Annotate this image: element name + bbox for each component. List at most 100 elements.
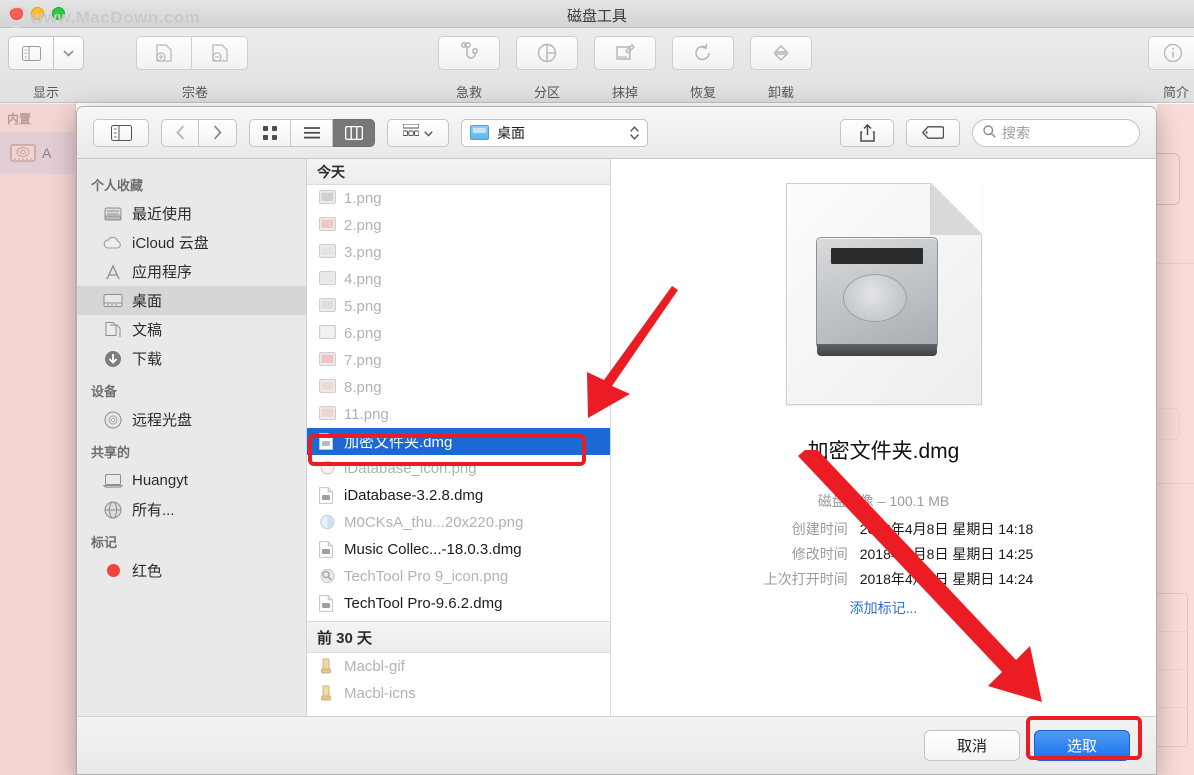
file-name: 5.png <box>344 298 382 315</box>
tag-icon[interactable] <box>906 118 960 147</box>
toolbar-label-volume: 宗卷 <box>181 85 208 100</box>
path-selector[interactable]: 桌面 <box>461 118 648 147</box>
sidebar-item-red-tag[interactable]: 红色 <box>77 556 306 585</box>
sidebar-item-downloads[interactable]: 下载 <box>77 344 306 373</box>
screen: www.MacDown.com 磁盘工具 显示 宗卷 急救 分区 抹掉 恢复 卸… <box>0 0 1194 775</box>
list-item-selected[interactable]: 加密文件夹.dmg <box>307 428 610 455</box>
sidebar-toggle-icon[interactable] <box>93 118 149 147</box>
volume-add-icon[interactable] <box>136 36 192 70</box>
image-file-icon <box>319 244 336 261</box>
dmg-file-icon <box>319 541 336 558</box>
sidebar-item-label: 远程光盘 <box>132 412 193 429</box>
dialog-footer: 取消 选取 <box>77 716 1156 774</box>
dmg-file-icon <box>319 487 336 504</box>
list-item[interactable]: 5.png <box>307 293 610 320</box>
list-item[interactable]: iDatabase_icon.png <box>307 455 610 482</box>
list-item[interactable]: iDatabase-3.2.8.dmg <box>307 482 610 509</box>
sidebar-section-shared: 共享的 <box>91 445 131 460</box>
list-item[interactable]: Macbl-gif <box>307 653 610 680</box>
cancel-button[interactable]: 取消 <box>924 730 1020 761</box>
file-name: iDatabase-3.2.8.dmg <box>344 487 484 504</box>
image-file-icon <box>319 460 336 477</box>
desktop-icon <box>103 291 123 311</box>
file-name: 1.png <box>344 190 382 207</box>
file-name: Music Collec...-18.0.3.dmg <box>344 541 522 558</box>
list-item[interactable]: 7.png <box>307 347 610 374</box>
disk-utility-sidebar-header: 内置 <box>7 112 32 126</box>
image-file-icon <box>319 271 336 288</box>
share-icon[interactable] <box>840 118 894 147</box>
add-tags-link[interactable]: 添加标记... <box>850 598 918 618</box>
sidebar-section-devices: 设备 <box>91 384 118 399</box>
network-globe-icon <box>103 500 123 520</box>
list-item[interactable]: 3.png <box>307 239 610 266</box>
erase-icon[interactable] <box>594 36 656 70</box>
metadata-value: 2018年4月8日 星期日 14:18 <box>859 521 1034 537</box>
list-item[interactable]: 11.png <box>307 401 610 428</box>
list-item[interactable]: M0CKsA_thu...20x220.png <box>307 509 610 536</box>
metadata-key: 上次打开时间 <box>763 571 848 587</box>
finder-sidebar: 个人收藏 最近使用 iCloud 云盘 应用程序 桌面 文稿 下载 设备 远程光… <box>77 159 307 716</box>
folder-small-icon <box>319 658 336 675</box>
red-tag-icon <box>103 561 123 581</box>
list-item[interactable]: 2.png <box>307 212 610 239</box>
chevron-down-icon[interactable] <box>54 36 84 70</box>
window-title: 磁盘工具 <box>566 8 627 25</box>
open-file-dialog: 桌面 搜索 个人收藏 最近使用 iCloud 云盘 应用程序 桌面 文稿 下载 … <box>76 106 1157 775</box>
list-item[interactable]: 1.png <box>307 185 610 212</box>
list-item[interactable]: 6.png <box>307 320 610 347</box>
list-item[interactable]: Macbl-icns <box>307 680 610 707</box>
sidebar-item-applications[interactable]: 应用程序 <box>77 257 306 286</box>
list-item[interactable]: 4.png <box>307 266 610 293</box>
list-item[interactable]: TechTool Pro-9.6.2.dmg <box>307 590 610 617</box>
sidebar-toggle-icon[interactable] <box>8 36 54 70</box>
image-file-icon <box>319 514 336 531</box>
file-name: TechTool Pro-9.6.2.dmg <box>344 595 503 612</box>
choose-button[interactable]: 选取 <box>1034 730 1130 761</box>
image-file-icon <box>319 568 336 585</box>
list-view-icon[interactable] <box>291 118 333 147</box>
disk-utility-sidebar-item-disk[interactable]: A <box>0 132 75 174</box>
toolbar-label-unmount: 卸载 <box>767 85 794 100</box>
list-item[interactable]: Music Collec...-18.0.3.dmg <box>307 536 610 563</box>
arrange-button[interactable] <box>387 118 449 147</box>
chevron-right-icon[interactable] <box>199 118 237 147</box>
sidebar-item-icloud[interactable]: iCloud 云盘 <box>77 228 306 257</box>
sidebar-item-documents[interactable]: 文稿 <box>77 315 306 344</box>
list-item[interactable]: TechTool Pro 9_icon.png <box>307 563 610 590</box>
grid-view-icon[interactable] <box>249 118 291 147</box>
column-view-icon[interactable] <box>333 118 375 147</box>
metadata-key: 创建时间 <box>791 521 848 537</box>
chevron-left-icon[interactable] <box>161 118 199 147</box>
toolbar-label-partition: 分区 <box>533 85 560 100</box>
toolbar-label-view: 显示 <box>32 85 59 100</box>
info-icon[interactable] <box>1148 36 1194 70</box>
sidebar-section-favorites: 个人收藏 <box>91 178 144 193</box>
hard-disk-icon <box>10 142 36 164</box>
sidebar-item-desktop[interactable]: 桌面 <box>77 286 306 315</box>
sidebar-item-label: 桌面 <box>132 293 163 310</box>
partition-icon[interactable] <box>516 36 578 70</box>
file-name: 8.png <box>344 379 382 396</box>
first-aid-icon[interactable] <box>438 36 500 70</box>
chevron-down-icon <box>424 124 433 142</box>
stepper-icon[interactable] <box>629 125 640 141</box>
image-file-icon <box>319 379 336 396</box>
search-input[interactable]: 搜索 <box>972 118 1140 147</box>
toolbar-group-info: 简介 <box>1148 36 1194 100</box>
toolbar-group-volume: 宗卷 <box>136 36 254 100</box>
sidebar-item-huangyt[interactable]: Huangyt <box>77 466 306 495</box>
restore-icon[interactable] <box>672 36 734 70</box>
list-item[interactable]: 8.png <box>307 374 610 401</box>
toolbar-label-first-aid: 急救 <box>455 85 482 100</box>
sidebar-item-all[interactable]: 所有... <box>77 495 306 524</box>
image-file-icon <box>319 217 336 234</box>
preview-metadata: 创建时间 2018年4月8日 星期日 14:18 修改时间 2018年4月8日 … <box>734 517 1034 592</box>
sidebar-item-recents[interactable]: 最近使用 <box>77 199 306 228</box>
metadata-row: 上次打开时间 2018年4月8日 星期日 14:24 <box>734 567 1034 592</box>
image-file-icon <box>319 352 336 369</box>
sidebar-item-remote-disc[interactable]: 远程光盘 <box>77 405 306 434</box>
volume-remove-icon[interactable] <box>192 36 248 70</box>
unmount-icon[interactable] <box>750 36 812 70</box>
disk-utility-toolbar: 显示 宗卷 急救 分区 抹掉 恢复 卸载 简介 <box>0 28 1194 103</box>
